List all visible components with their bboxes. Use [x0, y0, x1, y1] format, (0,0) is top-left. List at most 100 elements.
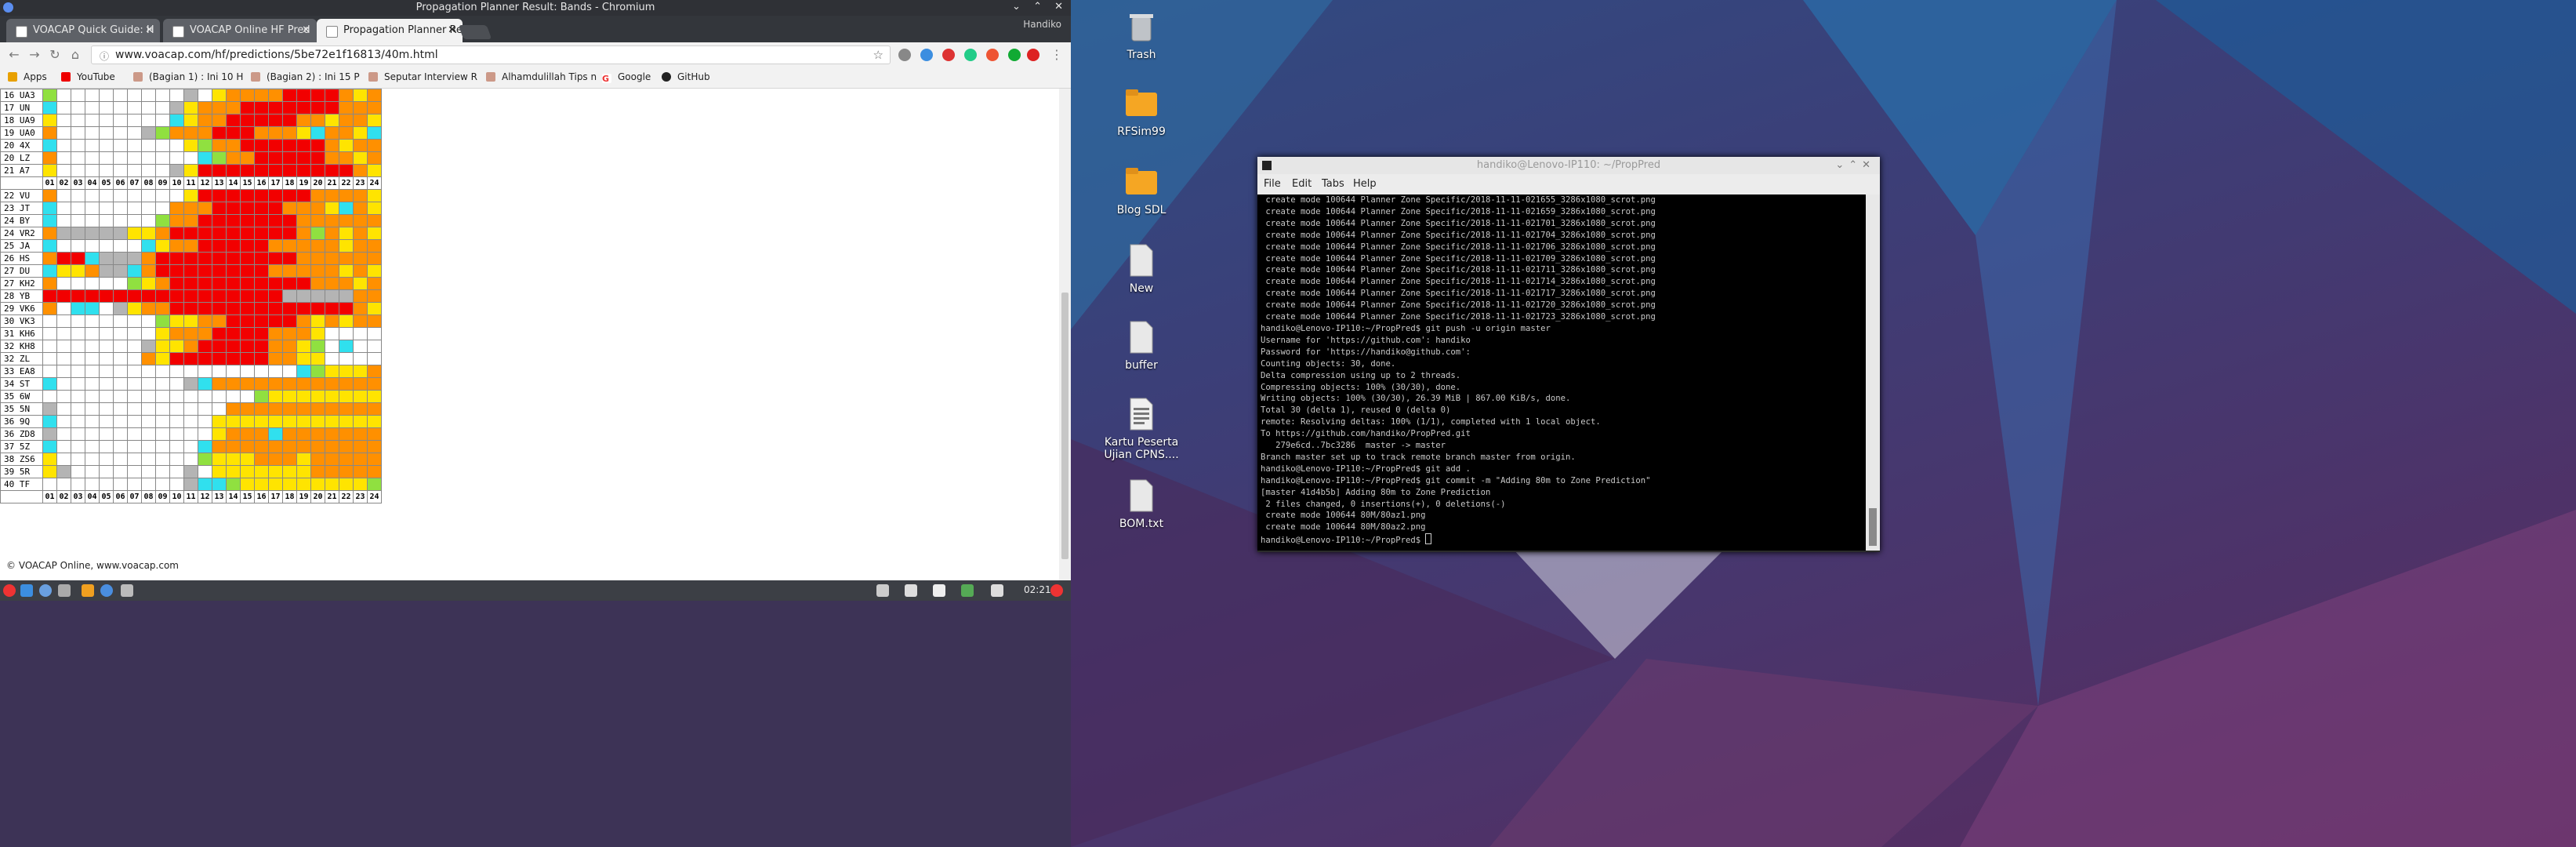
scrollbar-thumb[interactable] [1869, 508, 1877, 546]
prediction-cell [99, 302, 114, 315]
bookmark-bagian-1[interactable]: (Bagian 1) : Ini 10 H [133, 71, 243, 82]
files-icon[interactable] [20, 584, 33, 597]
prediction-cell [85, 264, 100, 278]
prediction-cell [226, 164, 241, 177]
page-scrollbar[interactable] [1059, 89, 1071, 580]
terminal-output[interactable]: create mode 100644 Planner Zone Specific… [1257, 194, 1866, 551]
browser-icon[interactable] [39, 584, 52, 597]
address-bar[interactable]: ⓘ www.voacap.com/hf/predictions/5be72e1f… [91, 45, 891, 64]
back-arrow-icon[interactable]: ← [6, 47, 22, 63]
prediction-cell [310, 302, 325, 315]
extension-icon[interactable] [1008, 49, 1021, 61]
prediction-cell [240, 302, 255, 315]
window-controls[interactable]: ⌄⌃✕ [1835, 157, 1875, 174]
scrollbar-thumb[interactable] [1061, 293, 1068, 559]
prediction-cell [141, 126, 156, 140]
folder-icon[interactable] [82, 584, 94, 597]
bookmark-seputar-interview[interactable]: Seputar Interview R [368, 71, 477, 82]
menu-help[interactable]: Help [1353, 178, 1377, 190]
extension-icon[interactable] [1027, 49, 1039, 61]
tab-voacap-online[interactable]: VOACAP Online HF Pred ✕ [163, 19, 317, 42]
prediction-cell [169, 139, 184, 152]
prediction-cell [254, 390, 269, 403]
close-icon[interactable]: ✕ [302, 24, 310, 36]
extension-icon[interactable] [942, 49, 955, 61]
hour-label: 19 [296, 490, 311, 503]
reload-icon[interactable]: ↻ [47, 47, 63, 63]
terminal-icon[interactable] [58, 584, 71, 597]
terminal-scrollbar[interactable] [1866, 194, 1880, 551]
bookmark-alhamdulillah[interactable]: Alhamdulillah Tips n [486, 71, 597, 82]
window-controls[interactable]: ⌄ ⌃ ✕ [1012, 1, 1068, 13]
tab-voacap-quick-guide[interactable]: VOACAP Quick Guide: H ✕ [6, 19, 160, 42]
extension-icon[interactable] [986, 49, 999, 61]
extension-icon[interactable] [964, 49, 977, 61]
desktop-icon-trash[interactable]: Trash [1094, 9, 1188, 61]
shutdown-icon[interactable] [1050, 584, 1063, 597]
menu-edit[interactable]: Edit [1292, 178, 1312, 190]
prediction-cell [226, 252, 241, 265]
prediction-cell [310, 139, 325, 152]
prediction-cell [113, 239, 128, 253]
close-icon[interactable]: ✕ [448, 24, 456, 36]
screenshot-icon[interactable] [933, 584, 945, 597]
prediction-cell [99, 202, 114, 215]
network-icon[interactable] [961, 584, 974, 597]
hour-label: 03 [71, 176, 85, 190]
prediction-cell [310, 151, 325, 165]
menu-tabs[interactable]: Tabs [1322, 178, 1344, 190]
prediction-cell [169, 189, 184, 202]
terminal-line: Compressing objects: 100% (30/30), done. [1261, 382, 1461, 392]
monitor-icon[interactable] [121, 584, 133, 597]
prediction-cell [113, 415, 128, 428]
prediction-cell [325, 101, 339, 115]
prediction-cell [141, 227, 156, 240]
prediction-cell [268, 114, 283, 127]
clipboard-icon[interactable] [905, 584, 917, 597]
desktop-icon-rfsim99[interactable]: RFSim99 [1094, 86, 1188, 138]
bookmark-apps[interactable]: Apps [8, 71, 47, 82]
menu-file[interactable]: File [1264, 178, 1281, 190]
new-tab-button[interactable] [458, 25, 492, 39]
prediction-cell [155, 126, 170, 140]
prediction-cell [296, 114, 311, 127]
info-icon[interactable]: ⓘ [100, 49, 109, 63]
prediction-cell [268, 402, 283, 416]
prediction-cell [198, 427, 212, 441]
prediction-cell [367, 478, 382, 491]
prediction-cell [56, 202, 71, 215]
extension-icon[interactable] [898, 49, 911, 61]
prediction-cell [169, 352, 184, 365]
prediction-cell [296, 264, 311, 278]
browser-titlebar[interactable]: Propagation Planner Result: Bands - Chro… [0, 0, 1071, 16]
tab-propagation-planner[interactable]: Propagation Planner Res ✕ [317, 19, 463, 42]
prediction-cell [325, 289, 339, 303]
workspace-icon[interactable] [876, 584, 889, 597]
clock[interactable]: 02:21 [1024, 584, 1051, 595]
terminal-titlebar[interactable]: handiko@Lenovo-IP110: ~/PropPred ⌄⌃✕ [1257, 157, 1880, 175]
bookmark-google[interactable]: G Google [602, 71, 651, 84]
home-icon[interactable]: ⌂ [67, 47, 83, 63]
volume-icon[interactable] [991, 584, 1003, 597]
chromium-icon[interactable] [100, 584, 113, 597]
bookmark-bagian-2[interactable]: (Bagian 2) : Ini 15 P [251, 71, 360, 82]
bookmark-star-icon[interactable]: ☆ [873, 48, 883, 62]
extension-icon[interactable] [920, 49, 933, 61]
desktop-icon-kartu-peserta[interactable]: Kartu Peserta Ujian CPNS.... [1094, 397, 1188, 461]
prediction-cell [141, 402, 156, 416]
desktop-icon-buffer[interactable]: buffer [1094, 320, 1188, 372]
desktop-icon-blog-sdl[interactable]: Blog SDL [1094, 165, 1188, 216]
bookmark-github[interactable]: GitHub [662, 71, 710, 82]
menu-dots-icon[interactable]: ⋮ [1049, 47, 1065, 63]
prediction-cell [240, 390, 255, 403]
power-menu-icon[interactable] [3, 584, 16, 597]
prediction-cell [325, 252, 339, 265]
profile-button[interactable]: Handiko [1023, 19, 1061, 30]
prediction-cell [113, 427, 128, 441]
bookmark-youtube[interactable]: YouTube [61, 71, 115, 82]
close-icon[interactable]: ✕ [145, 24, 154, 36]
desktop-icon-bom[interactable]: BOM.txt [1094, 478, 1188, 530]
forward-arrow-icon[interactable]: → [27, 47, 42, 63]
prediction-cell [240, 453, 255, 466]
desktop-icon-new[interactable]: New [1094, 243, 1188, 295]
